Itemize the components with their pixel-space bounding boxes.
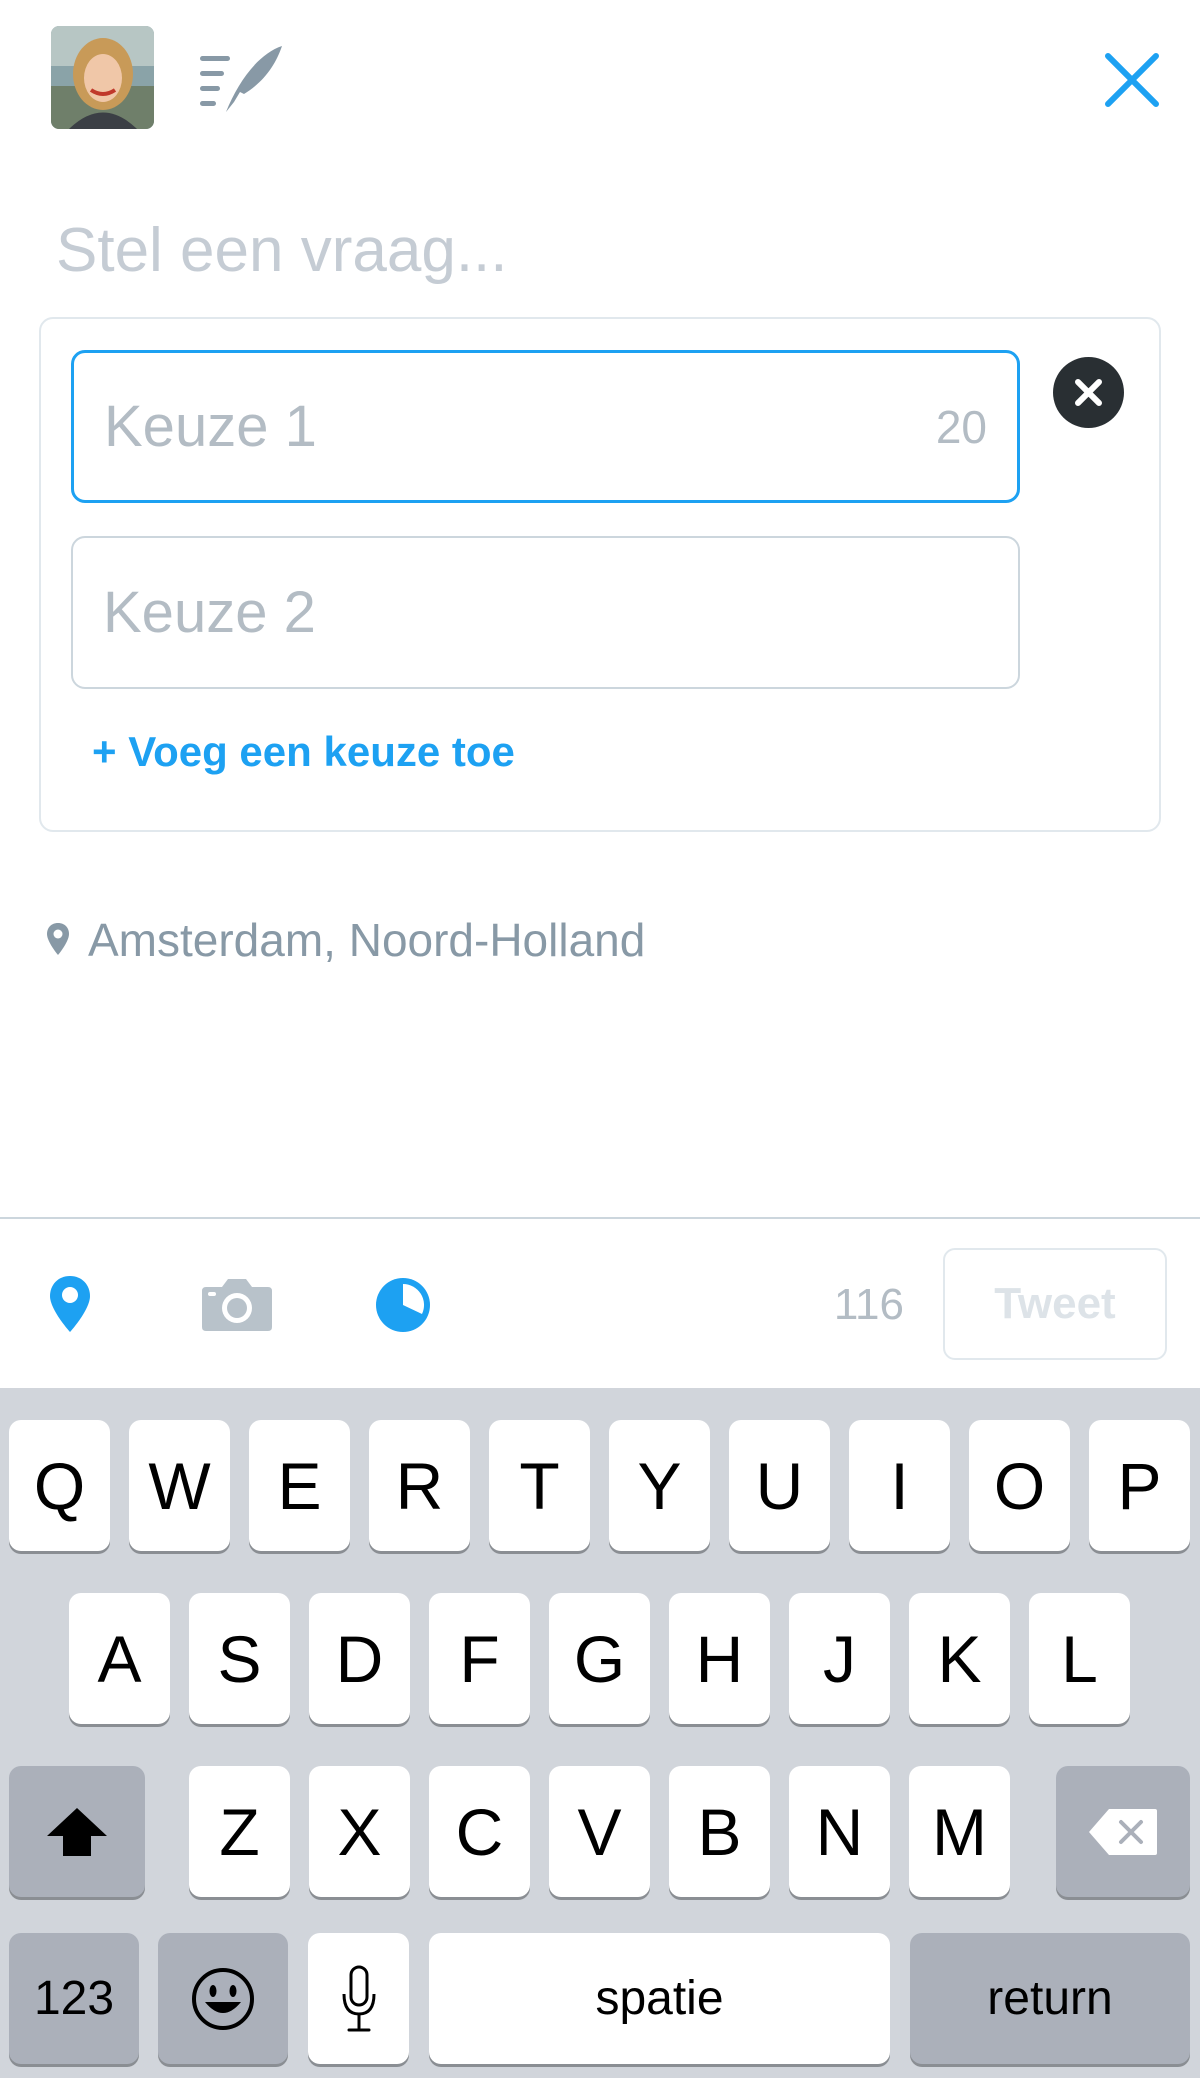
key-h[interactable]: H xyxy=(669,1593,770,1724)
choice-1-char-count: 20 xyxy=(935,400,987,453)
key-q[interactable]: Q xyxy=(9,1420,110,1551)
backspace-key[interactable] xyxy=(1056,1766,1190,1897)
key-n[interactable]: N xyxy=(789,1766,890,1897)
location-pin-small-icon xyxy=(46,922,70,956)
key-y[interactable]: Y xyxy=(609,1420,710,1551)
key-x[interactable]: X xyxy=(309,1766,410,1897)
shift-icon xyxy=(47,1807,107,1856)
key-z[interactable]: Z xyxy=(189,1766,290,1897)
character-counter: 116 xyxy=(833,1280,904,1329)
key-d[interactable]: D xyxy=(309,1593,410,1724)
return-key[interactable]: return xyxy=(910,1933,1190,2064)
key-i[interactable]: I xyxy=(849,1420,950,1551)
key-k[interactable]: K xyxy=(909,1593,1010,1724)
numbers-key[interactable]: 123 xyxy=(9,1933,139,2064)
drafts-quill-icon[interactable] xyxy=(196,42,286,114)
poll-icon[interactable] xyxy=(374,1276,432,1334)
key-v[interactable]: V xyxy=(549,1766,650,1897)
location-label[interactable]: Amsterdam, Noord-Holland xyxy=(88,912,645,968)
space-key[interactable]: spatie xyxy=(429,1933,890,2064)
choice-2-field[interactable] xyxy=(71,536,1020,689)
key-c[interactable]: C xyxy=(429,1766,530,1897)
choice-1-field[interactable]: 20 xyxy=(71,350,1020,503)
microphone-icon xyxy=(342,1965,375,2031)
question-input[interactable] xyxy=(56,205,1056,295)
toolbar-divider xyxy=(0,1217,1200,1219)
shift-key[interactable] xyxy=(9,1766,145,1897)
key-e[interactable]: E xyxy=(249,1420,350,1551)
location-pin-icon[interactable] xyxy=(48,1274,92,1334)
key-a[interactable]: A xyxy=(69,1593,170,1724)
microphone-key[interactable] xyxy=(308,1933,409,2064)
key-f[interactable]: F xyxy=(429,1593,530,1724)
key-g[interactable]: G xyxy=(549,1593,650,1724)
tweet-button[interactable]: Tweet xyxy=(943,1248,1167,1360)
add-choice-button[interactable]: + Voeg een keuze toe xyxy=(92,727,515,777)
camera-icon[interactable] xyxy=(200,1277,274,1333)
key-s[interactable]: S xyxy=(189,1593,290,1724)
emoji-icon xyxy=(192,1967,254,2030)
choice-2-input[interactable] xyxy=(103,538,903,687)
key-r[interactable]: R xyxy=(369,1420,470,1551)
key-u[interactable]: U xyxy=(729,1420,830,1551)
key-m[interactable]: M xyxy=(909,1766,1010,1897)
key-b[interactable]: B xyxy=(669,1766,770,1897)
key-o[interactable]: O xyxy=(969,1420,1070,1551)
emoji-key[interactable] xyxy=(158,1933,288,2064)
key-l[interactable]: L xyxy=(1029,1593,1130,1724)
key-t[interactable]: T xyxy=(489,1420,590,1551)
backspace-icon xyxy=(1089,1808,1157,1855)
close-icon[interactable] xyxy=(1100,48,1164,112)
key-j[interactable]: J xyxy=(789,1593,890,1724)
avatar[interactable] xyxy=(51,26,154,129)
key-w[interactable]: W xyxy=(129,1420,230,1551)
choice-1-input[interactable] xyxy=(104,353,904,500)
remove-choice-icon[interactable] xyxy=(1053,357,1124,428)
key-p[interactable]: P xyxy=(1089,1420,1190,1551)
